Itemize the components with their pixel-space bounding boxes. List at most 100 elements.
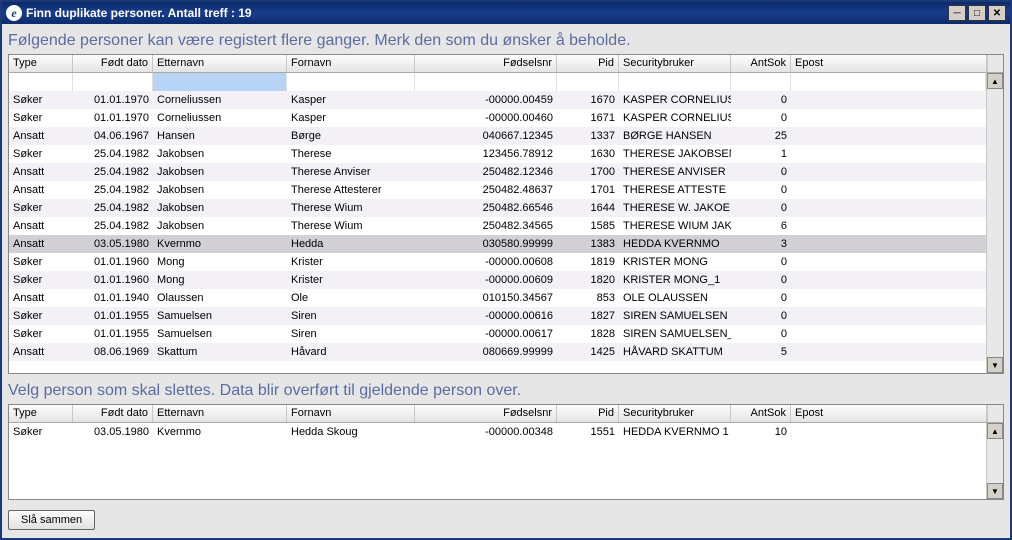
cell-last: Hansen: [153, 128, 287, 144]
cell-fnr: 010150.34567: [415, 290, 557, 306]
cell-last: Jakobsen: [153, 164, 287, 180]
header-lastname[interactable]: Etternavn: [153, 55, 287, 72]
cell-type: Søker: [9, 308, 73, 324]
cell-fnr: 250482.48637: [415, 182, 557, 198]
filter-antsok[interactable]: [731, 73, 791, 91]
header-epost[interactable]: Epost: [791, 405, 987, 422]
cell-first: Therese: [287, 146, 415, 162]
table-row[interactable]: Søker25.04.1982JakobsenTherese123456.789…: [9, 145, 986, 163]
minimize-button[interactable]: ─: [948, 5, 966, 21]
top-grid-header: Type Født dato Etternavn Fornavn Fødsels…: [9, 55, 1003, 73]
cell-ant: 0: [731, 326, 791, 342]
header-dob[interactable]: Født dato: [73, 55, 153, 72]
header-fnr[interactable]: Fødselsnr: [415, 55, 557, 72]
cell-epost: [791, 278, 986, 282]
cell-pid: 853: [557, 290, 619, 306]
cell-pid: 1819: [557, 254, 619, 270]
cell-epost: [791, 170, 986, 174]
cell-sec: THERESE JAKOBSEN: [619, 146, 731, 162]
header-antsok[interactable]: AntSok: [731, 55, 791, 72]
cell-type: Søker: [9, 146, 73, 162]
cell-first: Therese Wium: [287, 218, 415, 234]
table-row[interactable]: Ansatt01.01.1940OlaussenOle010150.345678…: [9, 289, 986, 307]
cell-ant: 10: [731, 424, 791, 440]
cell-pid: 1551: [557, 424, 619, 440]
cell-epost: [791, 260, 986, 264]
header-antsok[interactable]: AntSok: [731, 405, 791, 422]
cell-pid: 1383: [557, 236, 619, 252]
header-pid[interactable]: Pid: [557, 405, 619, 422]
filter-pid[interactable]: [557, 73, 619, 91]
cell-epost: [791, 332, 986, 336]
header-dob[interactable]: Født dato: [73, 405, 153, 422]
filter-firstname[interactable]: [287, 73, 415, 91]
top-scrollbar[interactable]: ▲ ▼: [986, 73, 1003, 373]
header-firstname[interactable]: Fornavn: [287, 405, 415, 422]
cell-ant: 1: [731, 146, 791, 162]
filter-row[interactable]: [9, 73, 986, 91]
table-row[interactable]: Søker01.01.1970CorneliussenKasper-00000.…: [9, 109, 986, 127]
scroll-down-icon[interactable]: ▼: [987, 483, 1003, 499]
table-row[interactable]: Ansatt25.04.1982JakobsenTherese Wium2504…: [9, 217, 986, 235]
header-type[interactable]: Type: [9, 405, 73, 422]
maximize-button[interactable]: □: [968, 5, 986, 21]
table-row[interactable]: Søker25.04.1982JakobsenTherese Wium25048…: [9, 199, 986, 217]
header-type[interactable]: Type: [9, 55, 73, 72]
cell-first: Therese Wium: [287, 200, 415, 216]
header-fnr[interactable]: Fødselsnr: [415, 405, 557, 422]
cell-dob: 01.01.1955: [73, 308, 153, 324]
cell-type: Søker: [9, 326, 73, 342]
cell-sec: KRISTER MONG_1: [619, 272, 731, 288]
filter-security[interactable]: [619, 73, 731, 91]
table-row[interactable]: Søker01.01.1960MongKrister-00000.0060818…: [9, 253, 986, 271]
table-row[interactable]: Ansatt04.06.1967HansenBørge040667.123451…: [9, 127, 986, 145]
cell-last: Jakobsen: [153, 182, 287, 198]
table-row[interactable]: Ansatt25.04.1982JakobsenTherese Attester…: [9, 181, 986, 199]
close-button[interactable]: ✕: [988, 5, 1006, 21]
cell-sec: HEDDA KVERNMO: [619, 236, 731, 252]
cell-first: Siren: [287, 308, 415, 324]
cell-pid: 1644: [557, 200, 619, 216]
table-row[interactable]: Ansatt25.04.1982JakobsenTherese Anviser2…: [9, 163, 986, 181]
cell-ant: 0: [731, 308, 791, 324]
header-firstname[interactable]: Fornavn: [287, 55, 415, 72]
cell-type: Ansatt: [9, 128, 73, 144]
cell-sec: SIREN SAMUELSEN: [619, 308, 731, 324]
button-bar: Slå sammen: [8, 508, 1004, 532]
cell-last: Jakobsen: [153, 200, 287, 216]
cell-sec: SIREN SAMUELSEN_: [619, 326, 731, 342]
cell-sec: KASPER CORNELIUS: [619, 110, 731, 126]
cell-first: Hedda: [287, 236, 415, 252]
table-row[interactable]: Ansatt03.05.1980KvernmoHedda030580.99999…: [9, 235, 986, 253]
header-security[interactable]: Securitybruker: [619, 55, 731, 72]
header-security[interactable]: Securitybruker: [619, 405, 731, 422]
cell-first: Håvard: [287, 344, 415, 360]
bottom-scrollbar[interactable]: ▲ ▼: [986, 423, 1003, 499]
table-row[interactable]: Ansatt08.06.1969SkattumHåvard080669.9999…: [9, 343, 986, 361]
cell-pid: 1700: [557, 164, 619, 180]
table-row[interactable]: Søker01.01.1970CorneliussenKasper-00000.…: [9, 91, 986, 109]
cell-dob: 01.01.1970: [73, 110, 153, 126]
top-section-label: Følgende personer kan være registert fle…: [8, 32, 1004, 50]
header-pid[interactable]: Pid: [557, 55, 619, 72]
merge-button[interactable]: Slå sammen: [8, 510, 95, 530]
table-row[interactable]: Søker01.01.1955SamuelsenSiren-00000.0061…: [9, 325, 986, 343]
table-row[interactable]: Søker01.01.1960MongKrister-00000.0060918…: [9, 271, 986, 289]
cell-last: Corneliussen: [153, 110, 287, 126]
filter-dob[interactable]: [73, 73, 153, 91]
cell-pid: 1701: [557, 182, 619, 198]
scroll-down-icon[interactable]: ▼: [987, 357, 1003, 373]
filter-type[interactable]: [9, 73, 73, 91]
table-row[interactable]: Søker01.01.1955SamuelsenSiren-00000.0061…: [9, 307, 986, 325]
scroll-up-icon[interactable]: ▲: [987, 423, 1003, 439]
table-row[interactable]: Søker03.05.1980KvernmoHedda Skoug-00000.…: [9, 423, 986, 441]
cell-epost: [791, 134, 986, 138]
header-epost[interactable]: Epost: [791, 55, 987, 72]
filter-fnr[interactable]: [415, 73, 557, 91]
cell-pid: 1820: [557, 272, 619, 288]
cell-type: Søker: [9, 110, 73, 126]
filter-epost[interactable]: [791, 73, 986, 91]
filter-lastname[interactable]: [153, 73, 287, 91]
scroll-up-icon[interactable]: ▲: [987, 73, 1003, 89]
header-lastname[interactable]: Etternavn: [153, 405, 287, 422]
